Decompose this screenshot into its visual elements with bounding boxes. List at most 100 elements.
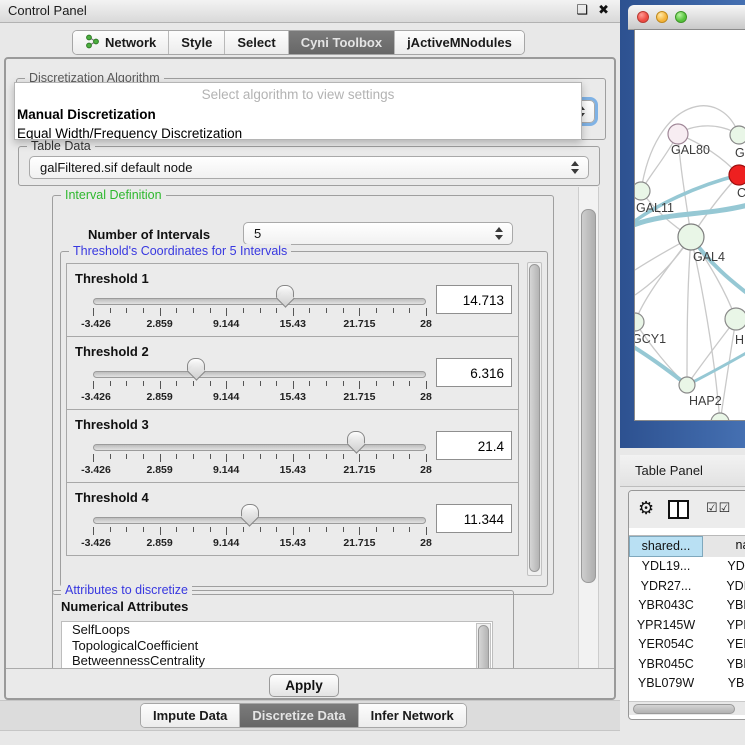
- tab-cyni-toolbox[interactable]: Cyni Toolbox: [289, 31, 395, 54]
- slider-thumb[interactable]: [276, 285, 294, 307]
- close-traffic-light-icon[interactable]: [637, 11, 649, 23]
- number-of-intervals-combobox[interactable]: 5: [243, 222, 513, 245]
- threshold-rows: Threshold 1-3.4262.8599.14415.4321.71528…: [66, 264, 521, 556]
- table-cell: YDR2: [703, 577, 745, 597]
- numerical-attributes-list[interactable]: SelfLoopsTopologicalCoefficientBetweenne…: [61, 621, 493, 668]
- network-node-gal11[interactable]: [635, 182, 650, 200]
- slider-tick-icon: [110, 381, 111, 386]
- network-node-gal4[interactable]: [678, 224, 704, 250]
- threshold-value-field[interactable]: 14.713: [436, 285, 512, 314]
- slider-tick-icon: [226, 381, 227, 389]
- thresholds-scrollbar-thumb[interactable]: [529, 264, 540, 572]
- numerical-attributes-label: Numerical Attributes: [61, 599, 188, 614]
- network-window-titlebar[interactable]: [628, 5, 745, 30]
- apply-button[interactable]: Apply: [269, 674, 339, 697]
- slider-tick-label: 2.859: [146, 537, 172, 549]
- attribute-item-selfloops[interactable]: SelfLoops: [62, 622, 492, 638]
- tab-infer-network[interactable]: Infer Network: [359, 704, 466, 727]
- attributes-scrollbar-thumb[interactable]: [478, 625, 489, 668]
- slider-tick-icon: [426, 308, 427, 316]
- float-window-icon[interactable]: ❑: [576, 2, 588, 18]
- tab-label: Cyni Toolbox: [301, 35, 382, 50]
- table-row[interactable]: YER054CYER0: [629, 635, 745, 655]
- slider-tick-label: 28: [420, 537, 432, 549]
- table-data-combobox[interactable]: galFiltered.sif default node: [29, 156, 589, 179]
- slider-track[interactable]: [93, 371, 426, 378]
- slider-tick-icon: [93, 527, 94, 535]
- network-edge: [687, 237, 691, 385]
- threshold-slider[interactable]: -3.4262.8599.14415.4321.71528: [93, 264, 426, 338]
- network-node-label: GAL11: [636, 201, 674, 215]
- network-node-label: H: [735, 333, 744, 347]
- main-vertical-scrollbar[interactable]: [578, 187, 599, 668]
- network-graph-icon: [85, 34, 100, 52]
- table-row[interactable]: YBL079WYBL0: [629, 674, 745, 690]
- dropdown-hint-item[interactable]: Select algorithm to view settings: [15, 83, 581, 105]
- threshold-value-field[interactable]: 6.316: [436, 358, 512, 387]
- network-node-hap2[interactable]: [679, 377, 695, 393]
- slider-tick-icon: [210, 381, 211, 386]
- checked-checkbox-icons[interactable]: ☑☑: [706, 500, 731, 516]
- tab-label: Infer Network: [371, 708, 454, 723]
- slider-track[interactable]: [93, 444, 426, 451]
- table-row[interactable]: YDL19...YDL1: [629, 557, 745, 577]
- table-panel-header: Table Panel: [620, 455, 745, 487]
- gear-icon[interactable]: ⚙: [638, 498, 654, 519]
- network-node-gcy1[interactable]: [635, 313, 644, 331]
- network-canvas[interactable]: GAL80GCGAL11GAL4GCY1HHAP2: [634, 29, 745, 421]
- slider-thumb[interactable]: [347, 431, 365, 453]
- slider-tick-icon: [309, 454, 310, 459]
- combo-arrows-icon: [495, 227, 503, 240]
- tab-impute-data[interactable]: Impute Data: [141, 704, 240, 727]
- attribute-item-betweennesscentrality[interactable]: BetweennessCentrality: [62, 653, 492, 668]
- tab-discretize-data[interactable]: Discretize Data: [240, 704, 358, 727]
- dropdown-item-manual-discretization[interactable]: Manual Discretization: [15, 105, 581, 124]
- slider-tick-icon: [343, 381, 344, 386]
- threshold-value-field[interactable]: 11.344: [436, 504, 512, 533]
- thresholds-scrollbar[interactable]: [527, 262, 542, 576]
- table-row[interactable]: YPR145WYPR1: [629, 616, 745, 636]
- slider-thumb[interactable]: [241, 504, 259, 526]
- attributes-group-title: Attributes to discretize: [61, 583, 192, 597]
- threshold-slider[interactable]: -3.4262.8599.14415.4321.71528: [93, 483, 426, 557]
- zoom-traffic-light-icon[interactable]: [675, 11, 687, 23]
- slider-track[interactable]: [93, 517, 426, 524]
- network-node[interactable]: [711, 413, 729, 420]
- slider-tick-icon: [276, 381, 277, 386]
- table-cell: YPR145W: [629, 616, 703, 636]
- network-node-h[interactable]: [725, 308, 745, 330]
- dropdown-items: Manual DiscretizationEqual Width/Frequen…: [15, 105, 581, 140]
- slider-tick-icon: [193, 381, 194, 386]
- slider-tick-icon: [309, 381, 310, 386]
- slider-thumb[interactable]: [187, 358, 205, 380]
- slider-track[interactable]: [93, 298, 426, 305]
- tab-jactivemnodules[interactable]: jActiveMNodules: [395, 31, 524, 54]
- column-header-1[interactable]: shared...: [629, 536, 703, 557]
- slider-tick-icon: [193, 308, 194, 313]
- slider-tick-icon: [193, 454, 194, 459]
- attributes-scrollbar[interactable]: [476, 623, 491, 668]
- tab-network[interactable]: Network: [73, 31, 169, 54]
- slider-tick-icon: [376, 527, 377, 532]
- table-row[interactable]: YBR043CYBR0: [629, 596, 745, 616]
- table-row[interactable]: YBR045CYBR0: [629, 655, 745, 675]
- close-icon[interactable]: ✖: [598, 2, 609, 18]
- threshold-value-field[interactable]: 21.4: [436, 431, 512, 460]
- threshold-slider[interactable]: -3.4262.8599.14415.4321.71528: [93, 410, 426, 484]
- minimize-traffic-light-icon[interactable]: [656, 11, 668, 23]
- threshold-slider[interactable]: -3.4262.8599.14415.4321.71528: [93, 337, 426, 411]
- network-node-c[interactable]: [729, 165, 745, 185]
- slider-tick-icon: [343, 527, 344, 532]
- tab-style[interactable]: Style: [169, 31, 225, 54]
- main-scrollbar-thumb[interactable]: [581, 209, 596, 583]
- table-horizontal-scrollbar[interactable]: [629, 701, 745, 715]
- network-node-gal80[interactable]: [668, 124, 688, 144]
- split-columns-icon[interactable]: [668, 500, 689, 519]
- table-row[interactable]: YDR27...YDR2: [629, 577, 745, 597]
- column-header-2[interactable]: na: [703, 536, 745, 557]
- table-hscrollbar-thumb[interactable]: [633, 704, 735, 714]
- attribute-item-topologicalcoefficient[interactable]: TopologicalCoefficient: [62, 638, 492, 654]
- network-node-g[interactable]: [730, 126, 745, 144]
- dropdown-item-equal-width-frequency-discretization[interactable]: Equal Width/Frequency Discretization: [15, 124, 581, 140]
- tab-select[interactable]: Select: [225, 31, 288, 54]
